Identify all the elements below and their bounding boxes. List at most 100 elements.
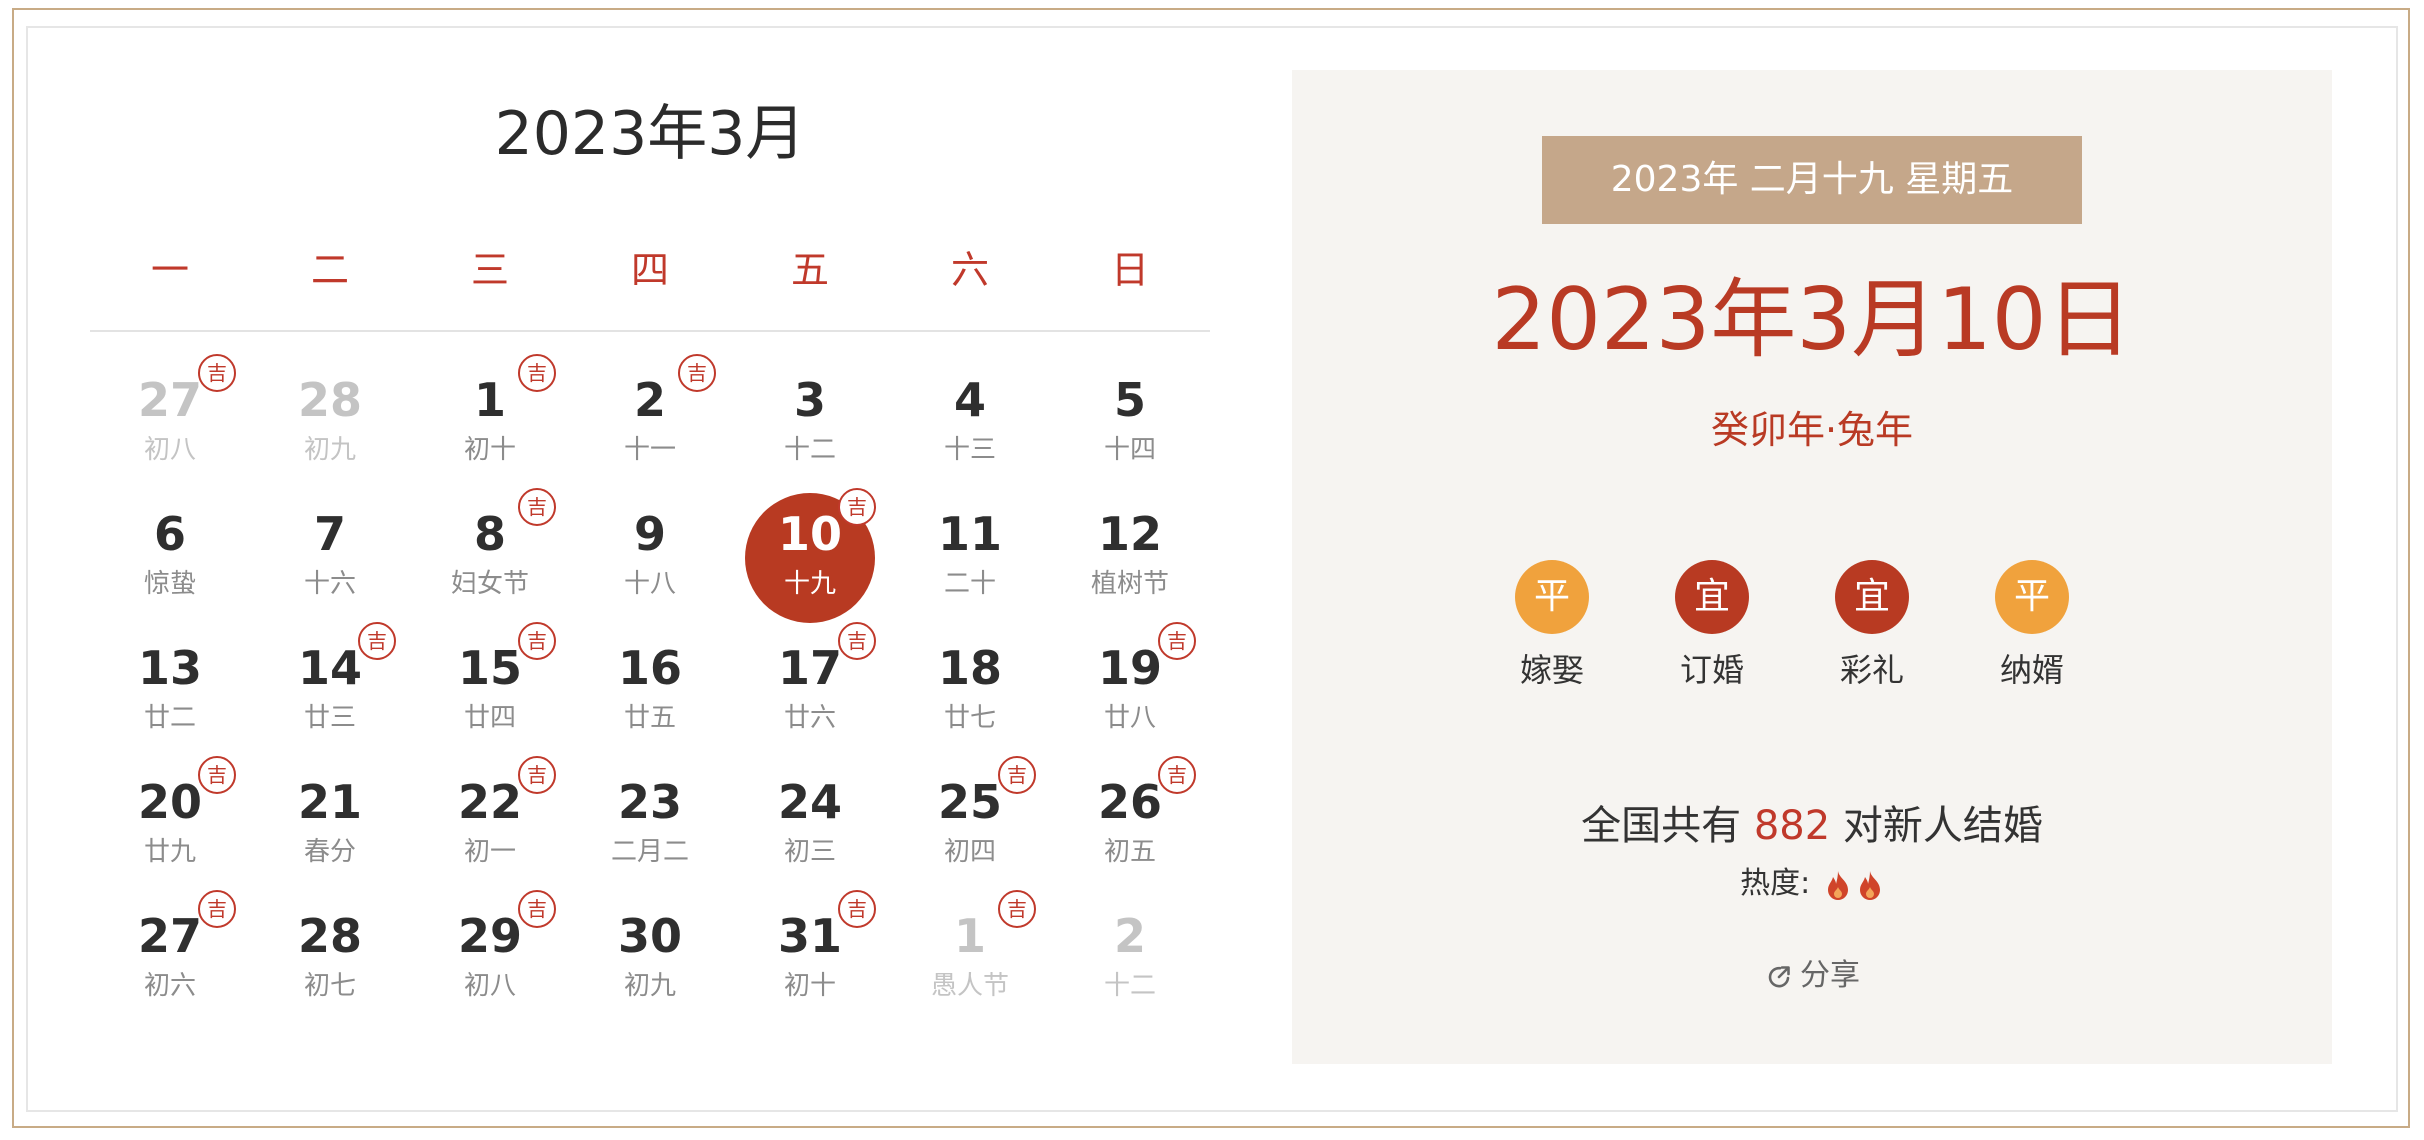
calendar-week-row: 20 廿九吉 21 春分 22 初一吉 23 二月二 24 初三 25 初四吉 26 初五吉 (90, 756, 1210, 896)
ji-badge-icon: 吉 (358, 622, 396, 660)
day-lunar-label: 十三 (943, 435, 996, 465)
day-number: 24 (777, 775, 842, 829)
day-lunar-label: 初十 (783, 971, 836, 1001)
heat-label: 热度: (1740, 866, 1811, 901)
day-lunar-label: 初八 (143, 435, 196, 465)
activity-label: 彩礼 (1839, 651, 1904, 689)
calendar-day[interactable]: 16 廿五 (570, 628, 730, 762)
activity-item: 宜 彩礼 (1792, 560, 1952, 692)
calendar-day[interactable]: 27 初八吉 (90, 354, 250, 494)
calendar-day[interactable]: 15 廿四吉 (410, 622, 570, 762)
ji-badge-icon: 吉 (198, 354, 236, 392)
weekday-tue: 二 (310, 248, 349, 292)
day-number: 3 (793, 373, 826, 427)
day-number: 5 (1113, 373, 1146, 427)
calendar-day[interactable]: 28 初七 (250, 896, 410, 1030)
calendar-day[interactable]: 27 初六吉 (90, 890, 250, 1030)
day-lunar-label: 廿二 (143, 703, 196, 733)
ji-badge-icon: 吉 (518, 756, 556, 794)
calendar-panel: 2023年3月 一 二 三 四 五 六 日 27 初八吉 28 初九 1 初十吉 2 十一吉 3… (90, 70, 1210, 1030)
calendar-day[interactable]: 22 初一吉 (410, 756, 570, 896)
calendar-day[interactable]: 20 廿九吉 (90, 756, 250, 896)
calendar-day[interactable]: 4 十三 (890, 360, 1050, 494)
ji-badge-icon: 吉 (518, 488, 556, 526)
calendar-day[interactable]: 24 初三 (730, 762, 890, 896)
day-lunar-label: 初七 (303, 971, 356, 1001)
calendar-day[interactable]: 2 十二 (1050, 896, 1210, 1030)
calendar-grid: 27 初八吉 28 初九 1 初十吉 2 十一吉 3 十二 4 十三 5 十四 6 惊蛰 7 十六 8 妇女节吉 9 十八… (90, 354, 1210, 1030)
calendar-week-row: 27 初八吉 28 初九 1 初十吉 2 十一吉 3 十二 4 十三 5 十四 (90, 354, 1210, 494)
day-lunar-label: 廿三 (303, 703, 356, 733)
calendar-day[interactable]: 11 二十 (890, 494, 1050, 628)
day-lunar-label: 廿七 (943, 703, 996, 733)
calendar-day[interactable]: 21 春分 (250, 762, 410, 896)
day-lunar-label: 初九 (303, 435, 356, 465)
calendar-day[interactable]: 6 惊蛰 (90, 494, 250, 628)
calendar-day[interactable]: 26 初五吉 (1050, 756, 1210, 896)
activity-label: 订婚 (1679, 651, 1744, 689)
day-number: 30 (617, 909, 682, 963)
activity-list: 平 嫁娶 宜 订婚 宜 彩礼 平 纳婿 (1472, 560, 2192, 692)
calendar-day[interactable]: 29 初八吉 (410, 890, 570, 1030)
day-lunar-label: 十六 (303, 569, 356, 599)
calendar-day[interactable]: 3 十二 (730, 360, 890, 494)
lunar-date-banner: 2023年 二月十九 星期五 (1542, 136, 2082, 224)
calendar-week-row: 13 廿二 14 廿三吉 15 廿四吉 16 廿五 17 廿六吉 18 廿七 19 廿八吉 (90, 622, 1210, 762)
calendar-day-selected[interactable]: 10 十九吉 (730, 488, 890, 628)
ji-badge-icon: 吉 (1158, 622, 1196, 660)
calendar-day[interactable]: 2 十一吉 (570, 354, 730, 494)
day-lunar-label: 愚人节 (930, 971, 1009, 1001)
calendar-day[interactable]: 14 廿三吉 (250, 622, 410, 762)
day-lunar-label: 初五 (1103, 837, 1156, 867)
flame-icon (1859, 870, 1880, 900)
day-lunar-label: 廿九 (143, 837, 196, 867)
weekday-header: 一 二 三 四 五 六 日 (90, 240, 1210, 300)
weekday-mon: 一 (150, 248, 189, 292)
share-button[interactable]: 分享 (1292, 954, 2332, 998)
heat-flames (1820, 866, 1884, 901)
activity-label: 纳婿 (1999, 651, 2064, 689)
ji-badge-icon: 吉 (518, 890, 556, 928)
day-number: 6 (153, 507, 186, 561)
calendar-day[interactable]: 30 初九 (570, 896, 730, 1030)
heat-line: 热度: (1292, 862, 2332, 906)
day-lunar-label: 十一 (623, 435, 676, 465)
calendar-day[interactable]: 23 二月二 (570, 762, 730, 896)
day-lunar-label: 初十 (463, 435, 516, 465)
calendar-day[interactable]: 28 初九 (250, 360, 410, 494)
day-lunar-label: 妇女节 (450, 569, 529, 599)
calendar-day[interactable]: 31 初十吉 (730, 890, 890, 1030)
day-number: 9 (633, 507, 666, 561)
ji-badge-icon: 吉 (198, 756, 236, 794)
ji-badge-icon: 吉 (678, 354, 716, 392)
activity-item: 平 嫁娶 (1472, 560, 1632, 692)
day-number: 23 (617, 775, 682, 829)
activity-item: 平 纳婿 (1952, 560, 2112, 692)
ji-badge-icon: 吉 (998, 890, 1036, 928)
calendar-day[interactable]: 1 愚人节吉 (890, 890, 1050, 1030)
calendar-day[interactable]: 25 初四吉 (890, 756, 1050, 896)
calendar-day[interactable]: 5 十四 (1050, 360, 1210, 494)
day-lunar-label: 廿四 (463, 703, 516, 733)
day-lunar-label: 廿六 (783, 703, 836, 733)
calendar-day[interactable]: 9 十八 (570, 494, 730, 628)
selected-date-title: 2023年3月10日 (1491, 270, 2133, 370)
day-lunar-label: 廿八 (1103, 703, 1156, 733)
calendar-day[interactable]: 19 廿八吉 (1050, 622, 1210, 762)
ji-badge-icon: 吉 (518, 622, 556, 660)
wedding-count: 882 (1753, 803, 1831, 849)
activity-item: 宜 订婚 (1632, 560, 1792, 692)
calendar-day[interactable]: 7 十六 (250, 494, 410, 628)
day-lunar-label: 二十 (943, 569, 996, 599)
day-number: 28 (297, 373, 362, 427)
day-lunar-label: 十八 (623, 569, 676, 599)
calendar-day[interactable]: 12 植树节 (1050, 494, 1210, 628)
calendar-day[interactable]: 1 初十吉 (410, 354, 570, 494)
calendar-day[interactable]: 18 廿七 (890, 628, 1050, 762)
calendar-day[interactable]: 8 妇女节吉 (410, 488, 570, 628)
calendar-day[interactable]: 17 廿六吉 (730, 622, 890, 762)
calendar-day[interactable]: 13 廿二 (90, 628, 250, 762)
day-lunar-label: 初八 (463, 971, 516, 1001)
day-number: 4 (953, 373, 986, 427)
day-number: 12 (1097, 507, 1162, 561)
